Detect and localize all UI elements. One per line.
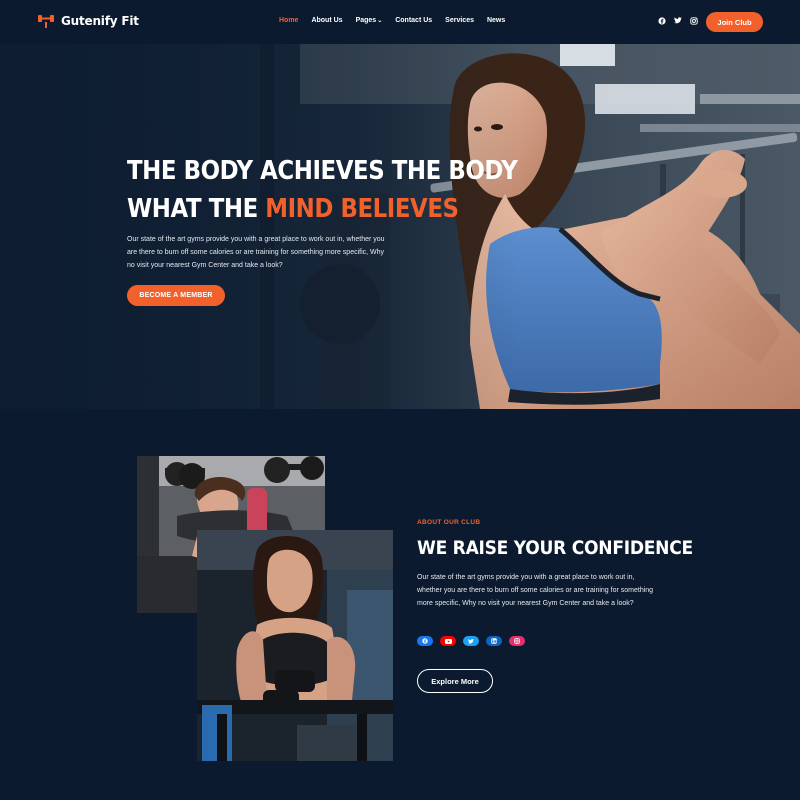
nav-pages-label: Pages	[355, 17, 377, 24]
about-section: ABOUT OUR CLUB WE RAISE YOUR CONFIDENCE …	[0, 409, 800, 800]
join-club-button[interactable]: Join Club	[706, 12, 763, 32]
main-nav: Home About Us Pages⌄ Contact Us Services…	[279, 17, 505, 24]
about-kicker: ABOUT OUR CLUB	[417, 519, 481, 526]
nav-news[interactable]: News	[487, 17, 505, 24]
woman-training-photo	[197, 530, 393, 761]
about-description: Our state of the art gyms provide you wi…	[417, 574, 654, 607]
dumbbell-logo-icon	[38, 15, 54, 28]
youtube-icon[interactable]	[440, 636, 456, 646]
about-title: WE RAISE YOUR CONFIDENCE	[417, 537, 693, 559]
become-member-button[interactable]: BECOME A MEMBER	[127, 285, 225, 306]
linkedin-icon[interactable]	[486, 636, 502, 646]
brand-name: Gutenify Fit	[61, 14, 139, 28]
hero-title-line1: THE BODY ACHIEVES THE BODY	[127, 156, 518, 186]
hero-section: THE BODY ACHIEVES THE BODY WHAT THE MIND…	[0, 44, 800, 409]
chevron-down-icon: ⌄	[377, 18, 383, 24]
header-socials	[657, 16, 698, 25]
nav-about-us[interactable]: About Us	[311, 17, 342, 24]
explore-more-button[interactable]: Explore More	[417, 669, 493, 693]
nav-home[interactable]: Home	[279, 17, 298, 24]
nav-contact-us[interactable]: Contact Us	[395, 17, 432, 24]
twitter-icon[interactable]	[463, 636, 479, 646]
instagram-icon[interactable]	[689, 16, 698, 25]
twitter-icon[interactable]	[673, 16, 682, 25]
facebook-icon[interactable]	[417, 636, 433, 646]
about-socials	[417, 636, 525, 646]
hero-title-prefix: WHAT THE	[127, 194, 266, 224]
nav-services[interactable]: Services	[445, 17, 474, 24]
hero-title-accent: MIND BELIEVES	[265, 194, 459, 224]
site-header: Gutenify Fit Home About Us Pages⌄ Contac…	[0, 0, 800, 44]
hero-description: Our state of the art gyms provide you wi…	[127, 236, 385, 269]
hero-title-line2: WHAT THE MIND BELIEVES	[127, 190, 517, 228]
hero-title: THE BODY ACHIEVES THE BODY WHAT THE MIND…	[127, 152, 518, 228]
facebook-icon[interactable]	[657, 16, 666, 25]
logo[interactable]: Gutenify Fit	[37, 13, 139, 29]
nav-pages[interactable]: Pages⌄	[356, 17, 383, 24]
instagram-icon[interactable]	[509, 636, 525, 646]
